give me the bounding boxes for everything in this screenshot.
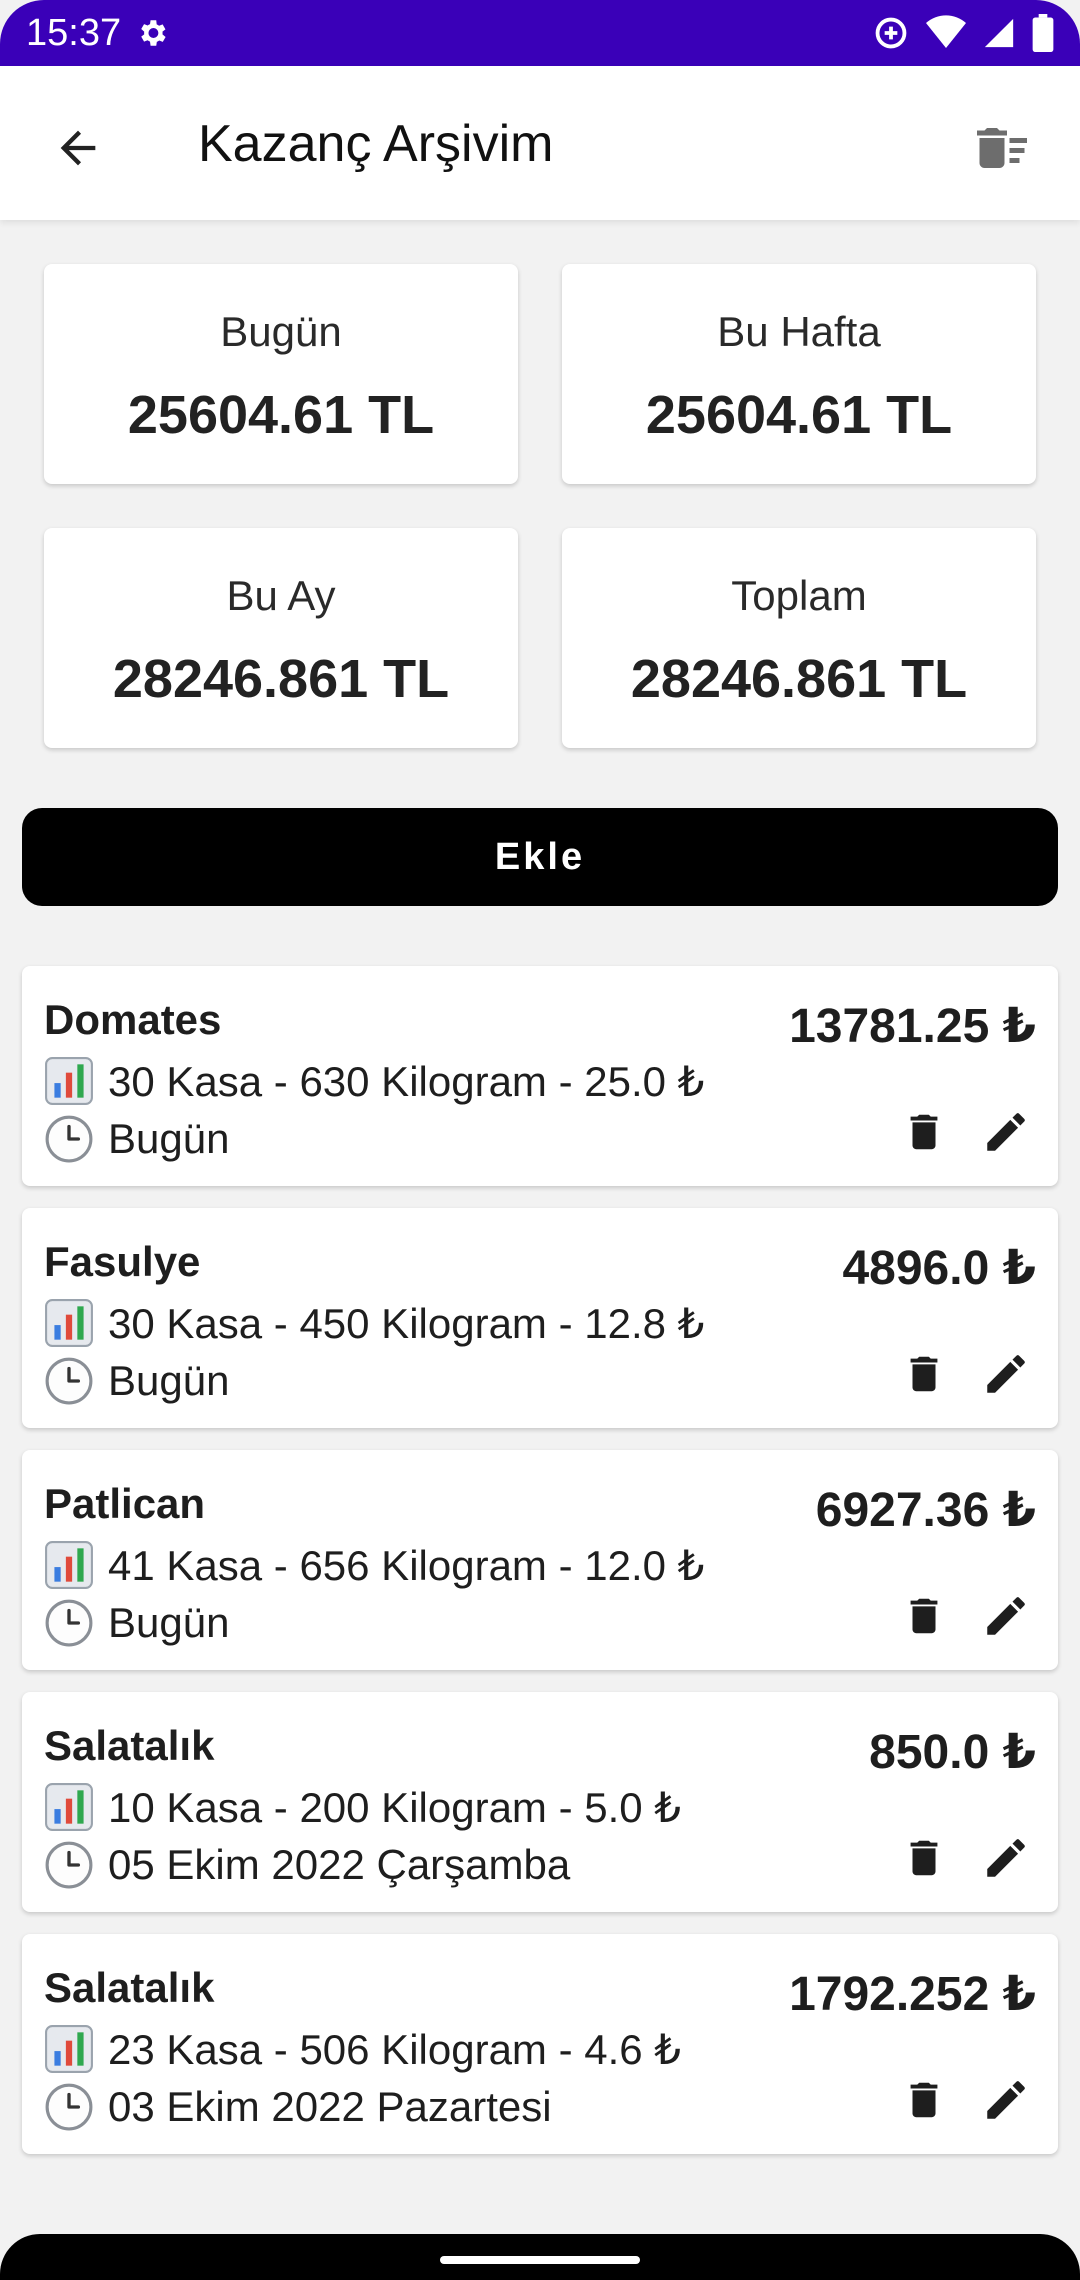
add-button[interactable]: Ekle — [22, 808, 1058, 906]
item-date-text: 05 Ekim 2022 Çarşamba — [108, 1841, 571, 1888]
item-details-text: 30 Kasa - 450 Kilogram - 12.8 ₺ — [108, 1299, 705, 1347]
item-amount: 13781.25 ₺ — [789, 1000, 1036, 1053]
item-details-text: 23 Kasa - 506 Kilogram - 4.6 ₺ — [108, 2025, 682, 2073]
pencil-icon[interactable] — [976, 1102, 1036, 1162]
status-bar: 15:37 — [0, 0, 1080, 66]
stat-label: Bu Hafta — [717, 308, 881, 355]
stat-card-month: Bu Ay 28246.861 TL — [44, 528, 518, 748]
stat-label: Bu Ay — [226, 572, 336, 619]
stat-label: Bugün — [220, 308, 342, 355]
stat-label: Toplam — [731, 572, 867, 619]
stat-card-total: Toplam 28246.861 TL — [562, 528, 1036, 748]
clock-icon — [44, 1356, 94, 1406]
clock-icon — [44, 1598, 94, 1648]
stat-value: 25604.61 TL — [645, 385, 953, 445]
pencil-icon[interactable] — [976, 1828, 1036, 1888]
item-details-text: 30 Kasa - 630 Kilogram - 25.0 ₺ — [108, 1057, 705, 1105]
item-date: 03 Ekim 2022 Pazartesi — [44, 2082, 552, 2132]
item-date: Bugün — [44, 1114, 229, 1164]
clock-icon — [44, 1114, 94, 1164]
trash-icon[interactable] — [894, 1586, 954, 1646]
bar-chart-icon — [44, 1298, 94, 1348]
item-name: Domates — [44, 996, 222, 1043]
back-arrow-icon[interactable] — [40, 110, 116, 186]
item-details: 30 Kasa - 450 Kilogram - 12.8 ₺ — [44, 1298, 704, 1348]
item-amount: 4896.0 ₺ — [842, 1242, 1036, 1295]
clock-icon — [44, 2082, 94, 2132]
list-item[interactable]: Domates 30 Kasa - 630 Kilogram - 25.0 ₺ … — [22, 966, 1058, 1186]
entries-list: Domates 30 Kasa - 630 Kilogram - 25.0 ₺ … — [22, 966, 1058, 2176]
item-amount: 1792.252 ₺ — [789, 1968, 1036, 2021]
item-name: Patlican — [44, 1480, 206, 1527]
stat-value: 28246.861 TL — [112, 649, 450, 709]
item-details: 30 Kasa - 630 Kilogram - 25.0 ₺ — [44, 1056, 704, 1106]
trash-icon[interactable] — [894, 2070, 954, 2130]
trash-icon[interactable] — [894, 1828, 954, 1888]
status-time: 15:37 — [26, 11, 122, 54]
item-details-text: 41 Kasa - 656 Kilogram - 12.0 ₺ — [108, 1541, 705, 1589]
stat-value: 25604.61 TL — [127, 385, 435, 445]
item-name: Fasulye — [44, 1238, 201, 1285]
item-date-text: Bugün — [108, 1115, 230, 1162]
settings-gear-icon — [135, 16, 169, 50]
bar-chart-icon — [44, 2024, 94, 2074]
delete-sweep-icon[interactable] — [964, 110, 1040, 186]
bar-chart-icon — [44, 1782, 94, 1832]
item-date-text: 03 Ekim 2022 Pazartesi — [108, 2083, 552, 2130]
stat-card-today: Bugün 25604.61 TL — [44, 264, 518, 484]
item-details-text: 10 Kasa - 200 Kilogram - 5.0 ₺ — [108, 1783, 682, 1831]
item-date: Bugün — [44, 1356, 229, 1406]
item-details: 41 Kasa - 656 Kilogram - 12.0 ₺ — [44, 1540, 704, 1590]
app-bar: Kazanç Arşivim — [0, 66, 1080, 220]
trash-icon[interactable] — [894, 1102, 954, 1162]
page-title: Kazanç Arşivim — [198, 115, 554, 173]
battery-icon — [1032, 14, 1054, 52]
navigation-bar — [0, 2234, 1080, 2280]
data-saver-icon — [872, 14, 910, 52]
item-name: Salatalık — [44, 1722, 215, 1769]
cell-signal-icon — [982, 16, 1016, 50]
status-icons — [872, 14, 1054, 52]
wifi-icon — [926, 15, 966, 51]
item-date: 05 Ekim 2022 Çarşamba — [44, 1840, 570, 1890]
home-gesture-handle[interactable] — [440, 2256, 640, 2264]
stat-card-week: Bu Hafta 25604.61 TL — [562, 264, 1036, 484]
item-name: Salatalık — [44, 1964, 215, 2011]
item-amount: 6927.36 ₺ — [815, 1484, 1036, 1537]
list-item[interactable]: Salatalık 10 Kasa - 200 Kilogram - 5.0 ₺… — [22, 1692, 1058, 1912]
pencil-icon[interactable] — [976, 1586, 1036, 1646]
item-date-text: Bugün — [108, 1599, 230, 1646]
item-details: 23 Kasa - 506 Kilogram - 4.6 ₺ — [44, 2024, 681, 2074]
list-item[interactable]: Patlican 41 Kasa - 656 Kilogram - 12.0 ₺… — [22, 1450, 1058, 1670]
bar-chart-icon — [44, 1056, 94, 1106]
item-date-text: Bugün — [108, 1357, 230, 1404]
pencil-icon[interactable] — [976, 2070, 1036, 2130]
clock-icon — [44, 1840, 94, 1890]
list-item[interactable]: Salatalık 23 Kasa - 506 Kilogram - 4.6 ₺… — [22, 1934, 1058, 2154]
pencil-icon[interactable] — [976, 1344, 1036, 1404]
bar-chart-icon — [44, 1540, 94, 1590]
list-item[interactable]: Fasulye 30 Kasa - 450 Kilogram - 12.8 ₺ … — [22, 1208, 1058, 1428]
trash-icon[interactable] — [894, 1344, 954, 1404]
item-date: Bugün — [44, 1598, 229, 1648]
item-amount: 850.0 ₺ — [869, 1726, 1036, 1779]
item-details: 10 Kasa - 200 Kilogram - 5.0 ₺ — [44, 1782, 681, 1832]
stat-value: 28246.861 TL — [630, 649, 968, 709]
